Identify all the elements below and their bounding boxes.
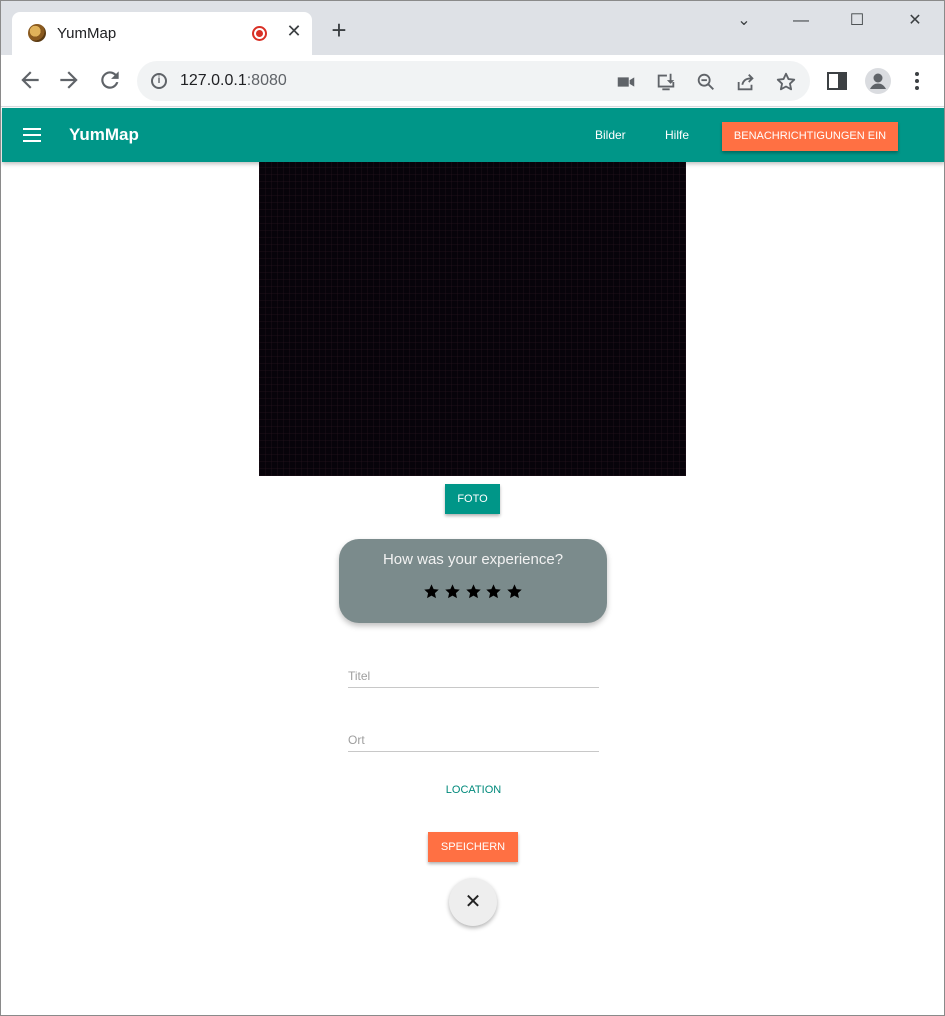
url-port: :8080: [246, 72, 287, 89]
rating-title: How was your experience?: [382, 551, 564, 568]
back-icon[interactable]: [17, 67, 43, 93]
star-icon[interactable]: [444, 583, 461, 600]
browser-tab[interactable]: YumMap ✕: [12, 12, 312, 55]
star-icon[interactable]: [506, 583, 523, 600]
tab-strip: YumMap ✕ + ⌄ — ☐ ✕: [1, 1, 944, 55]
tab-search-icon[interactable]: ⌄: [730, 9, 758, 33]
maximize-button[interactable]: ☐: [843, 9, 871, 33]
save-button[interactable]: SPEICHERN: [428, 832, 518, 862]
browser-window: YumMap ✕ + ⌄ — ☐ ✕ i 127.0.0.1:8080 YumM…: [0, 0, 945, 1016]
photo-button[interactable]: FOTO: [445, 484, 500, 514]
recording-indicator-icon: [252, 26, 267, 41]
address-bar[interactable]: i 127.0.0.1:8080: [137, 61, 810, 101]
reload-icon[interactable]: [97, 67, 123, 93]
browser-toolbar: i 127.0.0.1:8080: [1, 55, 944, 107]
side-panel-icon[interactable]: [825, 69, 849, 93]
url-host: 127.0.0.1: [180, 72, 247, 89]
url-text[interactable]: 127.0.0.1:8080: [180, 72, 287, 90]
favicon-icon: [28, 24, 46, 42]
notifications-on-button[interactable]: BENACHRICHTIGUNGEN EIN: [722, 122, 898, 151]
camera-preview: [259, 162, 686, 476]
bookmark-star-icon[interactable]: [775, 71, 797, 93]
window-close-button[interactable]: ✕: [901, 9, 929, 33]
nav-link-hilfe[interactable]: Hilfe: [665, 128, 689, 142]
rating-card: How was your experience?: [339, 539, 607, 623]
share-icon[interactable]: [735, 71, 757, 93]
hamburger-menu-icon[interactable]: [23, 128, 41, 142]
star-rating[interactable]: [423, 583, 523, 603]
info-icon[interactable]: i: [151, 73, 167, 89]
tab-close-icon[interactable]: ✕: [284, 21, 304, 41]
app-brand[interactable]: YumMap: [69, 125, 139, 145]
tab-title: YumMap: [57, 25, 117, 42]
location-field[interactable]: [348, 722, 599, 752]
star-icon[interactable]: [423, 583, 440, 600]
camera-icon[interactable]: [615, 71, 637, 93]
forward-icon[interactable]: [56, 67, 82, 93]
minimize-button[interactable]: —: [787, 9, 815, 33]
star-icon[interactable]: [485, 583, 502, 600]
location-button[interactable]: LOCATION: [421, 784, 526, 796]
install-icon[interactable]: [655, 71, 677, 93]
close-button[interactable]: ✕: [449, 878, 497, 926]
new-tab-button[interactable]: +: [328, 17, 350, 43]
title-field[interactable]: [348, 658, 599, 688]
profile-icon[interactable]: [864, 67, 892, 95]
location-input[interactable]: [348, 733, 599, 747]
star-icon[interactable]: [465, 583, 482, 600]
nav-link-bilder[interactable]: Bilder: [595, 128, 626, 142]
app-bar: YumMap Bilder Hilfe BENACHRICHTIGUNGEN E…: [2, 108, 944, 162]
title-input[interactable]: [348, 669, 599, 683]
menu-kebab-icon[interactable]: [905, 69, 929, 93]
zoom-out-icon[interactable]: [695, 71, 717, 93]
